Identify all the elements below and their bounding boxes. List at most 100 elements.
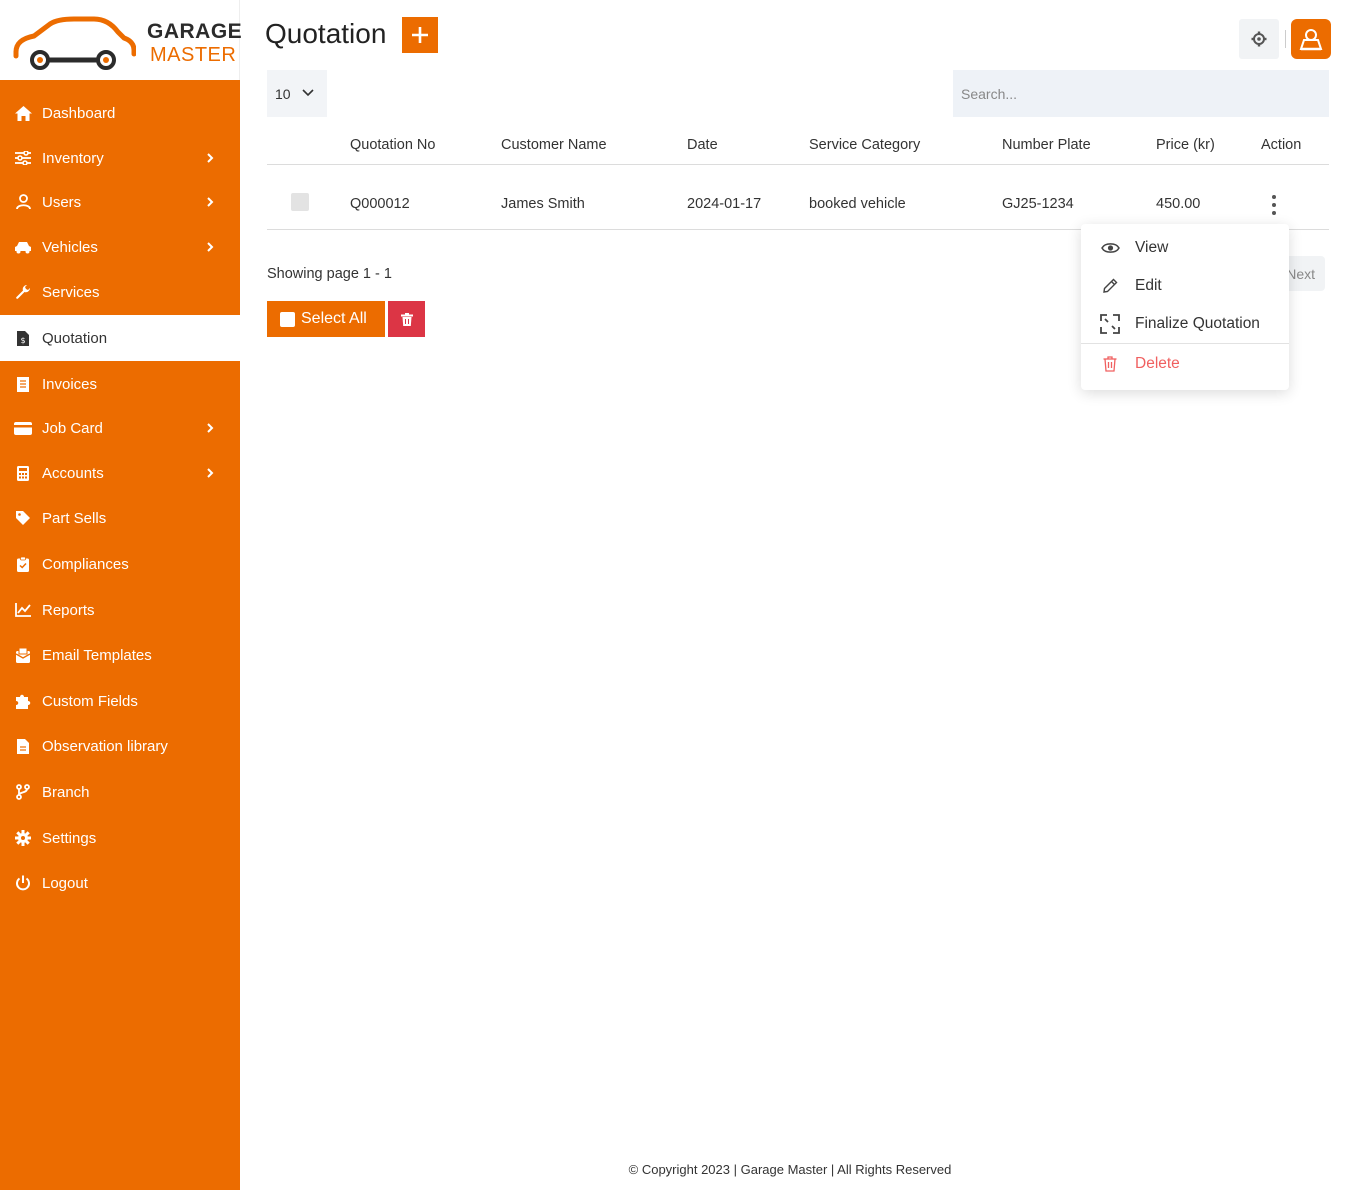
sidebar-item-users[interactable]: Users <box>0 180 240 224</box>
sidebar-item-label: Vehicles <box>42 238 98 256</box>
delete-menu-item[interactable]: Delete <box>1081 346 1289 382</box>
column-header-date[interactable]: Date <box>687 137 718 153</box>
cell-service-category: booked vehicle <box>809 196 906 212</box>
user-avatar-icon <box>1299 29 1323 51</box>
wrench-icon <box>14 283 32 301</box>
sidebar-item-label: Logout <box>42 874 88 892</box>
brand-logo[interactable]: GARAGE MASTER <box>0 0 242 80</box>
sidebar-item-reports[interactable]: Reports <box>0 588 240 632</box>
brand-line-2: MASTER <box>150 44 237 66</box>
column-header-action: Action <box>1261 137 1302 153</box>
view-menu-item[interactable]: View <box>1081 230 1289 266</box>
sidebar-item-label: Observation library <box>42 737 168 755</box>
sidebar-item-label: Quotation <box>42 329 108 347</box>
chevron-right-icon <box>207 153 214 163</box>
pagination-info: Showing page 1 - 1 <box>267 266 392 282</box>
calculator-icon <box>14 464 32 482</box>
chevron-right-icon <box>207 468 214 478</box>
column-header-quotation-no[interactable]: Quotation No <box>350 137 435 153</box>
expand-icon <box>1099 313 1121 335</box>
cell-customer-name: James Smith <box>501 196 585 212</box>
column-header-number-plate[interactable]: Number Plate <box>1002 137 1091 153</box>
sidebar-item-email-templates[interactable]: Email Templates <box>0 633 240 677</box>
column-header-customer-name[interactable]: Customer Name <box>501 137 607 153</box>
sidebar-item-label: Users <box>42 193 82 211</box>
branch-icon <box>14 783 32 801</box>
sidebar-item-label: Part Sells <box>42 509 107 527</box>
chevron-right-icon <box>207 423 214 433</box>
car-icon <box>14 238 32 256</box>
clipboard-check-icon <box>14 555 32 573</box>
sidebar-item-branch[interactable]: Branch <box>0 770 240 814</box>
sidebar-item-label: Email Templates <box>42 646 152 664</box>
file-dollar-icon: $ <box>14 329 32 347</box>
sidebar-item-label: Settings <box>42 829 97 847</box>
select-all-checkbox <box>280 311 295 327</box>
sidebar-item-dashboard[interactable]: Dashboard <box>0 91 240 135</box>
sidebar-item-part-sells[interactable]: Part Sells <box>0 496 240 540</box>
trash-icon <box>1099 353 1121 375</box>
cell-price: 450.00 <box>1156 196 1201 212</box>
select-all-button[interactable]: Select All <box>267 301 385 337</box>
trash-icon <box>400 312 413 326</box>
sidebar-item-label: Custom Fields <box>42 692 138 710</box>
home-icon <box>14 104 32 122</box>
row-actions-dropdown: View Edit Finalize Quotation Delete <box>1081 224 1289 390</box>
sidebar-item-label: Dashboard <box>42 104 116 122</box>
sidebar-item-label: Branch <box>42 783 90 801</box>
gear-icon <box>1251 31 1267 47</box>
search-input[interactable] <box>953 70 1329 117</box>
sidebar-item-vehicles[interactable]: Vehicles <box>0 225 240 269</box>
document-icon <box>14 737 32 755</box>
delete-label: Delete <box>1135 355 1180 372</box>
finalize-quotation-menu-item[interactable]: Finalize Quotation <box>1081 306 1289 342</box>
cell-number-plate: GJ25-1234 <box>1002 196 1074 212</box>
sidebar-item-label: Job Card <box>42 419 103 437</box>
sidebar-item-accounts[interactable]: Accounts <box>0 451 240 495</box>
receipt-icon <box>14 375 32 393</box>
bulk-delete-button[interactable] <box>388 301 425 337</box>
sidebar-item-label: Services <box>42 283 100 301</box>
user-icon <box>14 193 32 211</box>
sidebar-item-inventory[interactable]: Inventory <box>0 136 240 180</box>
edit-menu-item[interactable]: Edit <box>1081 268 1289 304</box>
table-header-divider <box>267 164 1329 165</box>
finalize-quotation-label: Finalize Quotation <box>1135 315 1260 332</box>
sidebar-item-logout[interactable]: Logout <box>0 861 240 905</box>
sidebar-item-label: Compliances <box>42 555 129 573</box>
sidebar-item-settings[interactable]: Settings <box>0 816 240 860</box>
settings-button[interactable] <box>1239 19 1279 59</box>
page-size-value: 10 <box>275 85 291 102</box>
sidebar-item-label: Inventory <box>42 149 104 167</box>
page-size-select[interactable]: 10 <box>267 70 327 117</box>
sidebar-item-services[interactable]: Services <box>0 270 240 314</box>
sidebar-item-label: Reports <box>42 601 95 619</box>
sidebar-item-job-card[interactable]: Job Card <box>0 406 240 450</box>
cell-date: 2024-01-17 <box>687 196 762 212</box>
avatar[interactable] <box>1291 19 1331 59</box>
sliders-icon <box>14 149 32 167</box>
column-header-price[interactable]: Price (kr) <box>1156 137 1215 153</box>
sidebar-item-label: Invoices <box>42 375 98 393</box>
row-actions-kebab-icon[interactable] <box>1266 193 1282 217</box>
sidebar-item-invoices[interactable]: Invoices <box>0 362 240 406</box>
sidebar-item-quotation[interactable]: $ Quotation <box>0 315 240 361</box>
eye-icon <box>1099 237 1121 259</box>
dropdown-divider <box>1081 343 1289 344</box>
chevron-right-icon <box>207 197 214 207</box>
svg-text:$: $ <box>20 336 25 345</box>
add-quotation-button[interactable] <box>402 17 438 53</box>
credit-card-icon <box>14 419 32 437</box>
sidebar-item-custom-fields[interactable]: Custom Fields <box>0 679 240 723</box>
page-title: Quotation <box>265 18 387 49</box>
sidebar-item-label: Accounts <box>42 464 104 482</box>
sidebar-item-compliances[interactable]: Compliances <box>0 542 240 586</box>
header-divider <box>1285 30 1286 48</box>
row-checkbox[interactable] <box>291 193 309 211</box>
envelope-icon <box>14 646 32 664</box>
view-label: View <box>1135 239 1169 256</box>
sidebar-item-observation-library[interactable]: Observation library <box>0 724 240 768</box>
edit-label: Edit <box>1135 277 1162 294</box>
column-header-service-category[interactable]: Service Category <box>809 137 920 153</box>
select-all-label: Select All <box>301 310 367 327</box>
